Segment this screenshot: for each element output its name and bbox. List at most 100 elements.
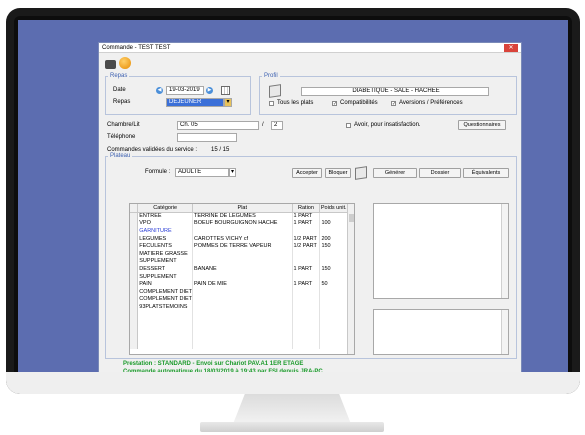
formule-label: Formule : <box>145 169 171 175</box>
cell-plat <box>192 333 293 342</box>
table-row[interactable] <box>130 341 348 349</box>
grid-body: ENTREE TERRINE DE LEGUMES 1 PART VPO BOEUF B… <box>130 212 348 349</box>
row-selector[interactable] <box>130 325 139 334</box>
tous-les-plats-checkbox[interactable] <box>269 101 274 106</box>
row-selector[interactable] <box>130 272 139 281</box>
row-selector[interactable] <box>130 234 139 243</box>
cell-plat: BOEUF BOURGUIGNON HACHE <box>192 219 293 228</box>
table-row[interactable]: COMPLEMENT DIET <box>130 295 348 304</box>
date-field[interactable]: 19-03-2019 <box>166 86 204 95</box>
telephone-field[interactable] <box>177 133 237 142</box>
row-selector[interactable] <box>130 280 139 288</box>
details-panel-top[interactable] <box>373 203 509 299</box>
table-row[interactable]: LEGUMES CAROTTES VICHY cf 1/2 PART 200 <box>130 234 348 243</box>
details-panel-bottom[interactable] <box>373 309 509 355</box>
equivalents-button[interactable]: Équivalents <box>463 168 509 178</box>
cell-categorie <box>137 318 194 326</box>
generer-button[interactable]: Générer <box>373 168 417 178</box>
cell-plat: BANANE <box>192 265 293 273</box>
column-header-ration[interactable]: Ration <box>292 204 321 213</box>
table-row[interactable]: SUPPLEMENT <box>130 272 348 281</box>
table-row[interactable] <box>130 310 348 319</box>
commande-window: Commande - TEST TEST ✕ Repas Date ◀ 19-0… <box>98 42 522 378</box>
details-top-scrollbar[interactable] <box>501 204 508 298</box>
cell-ration <box>292 303 321 311</box>
printer-icon[interactable] <box>105 60 116 69</box>
column-header-poids[interactable]: Poids unit. <box>319 204 348 213</box>
monitor-chin <box>6 372 580 394</box>
calendar-icon[interactable] <box>221 86 230 95</box>
cell-categorie <box>137 325 194 334</box>
grid-scroll-thumb[interactable] <box>349 214 354 222</box>
row-selector-header <box>130 204 139 213</box>
grid-scrollbar[interactable] <box>347 204 354 354</box>
cell-plat <box>192 303 293 311</box>
cell-categorie: PAIN <box>137 280 194 288</box>
bloquer-button[interactable]: Bloquer <box>325 168 351 178</box>
row-selector[interactable] <box>130 219 139 228</box>
next-day-icon[interactable]: ▶ <box>206 87 213 94</box>
cell-ration: 1 PART <box>292 265 321 273</box>
title-bar: Commande - TEST TEST ✕ <box>99 43 521 53</box>
cell-ration: 1/2 PART <box>292 234 321 243</box>
orange-icon[interactable] <box>119 57 131 69</box>
cell-poids <box>319 318 348 326</box>
row-selector[interactable] <box>130 318 139 326</box>
lit-field[interactable]: 2 <box>271 121 283 130</box>
details-bottom-scrollbar[interactable] <box>501 310 508 354</box>
table-row[interactable]: PAIN PAIN DE MIE 1 PART 50 <box>130 280 348 288</box>
row-selector[interactable] <box>130 333 139 342</box>
row-selector[interactable] <box>130 310 139 319</box>
accepter-button[interactable]: Accepter <box>292 168 322 178</box>
row-selector[interactable] <box>130 265 139 273</box>
row-selector[interactable] <box>130 341 139 349</box>
column-header-plat[interactable]: Plat <box>192 204 293 213</box>
table-row[interactable] <box>130 318 348 326</box>
table-row[interactable]: VPO BOEUF BOURGUIGNON HACHE 1 PART 100 <box>130 219 348 228</box>
cell-plat <box>192 310 293 319</box>
row-selector[interactable] <box>130 242 139 250</box>
close-button[interactable]: ✕ <box>504 44 518 52</box>
row-selector[interactable] <box>130 303 139 311</box>
table-row[interactable]: COMPLEMENT DIET <box>130 287 348 296</box>
compatibilites-checkbox[interactable]: ✓ <box>332 101 337 107</box>
previous-day-icon[interactable]: ◀ <box>156 87 163 94</box>
tous-les-plats-label: Tous les plats <box>277 100 314 106</box>
table-row[interactable] <box>130 333 348 342</box>
table-row[interactable]: SUPPLEMENT <box>130 257 348 266</box>
cell-categorie: DESSERT <box>137 265 194 273</box>
chambre-field[interactable]: Ch. 05 <box>177 121 259 130</box>
monitor-frame: Commande - TEST TEST ✕ Repas Date ◀ 19-0… <box>6 8 580 394</box>
row-selector[interactable] <box>130 249 139 258</box>
repas-dropdown-icon[interactable]: ▾ <box>224 98 232 107</box>
table-row[interactable]: 93PLATSTEMOINS <box>130 303 348 311</box>
cell-poids <box>319 287 348 296</box>
table-row[interactable]: DESSERT BANANE 1 PART 150 <box>130 265 348 273</box>
questionnaires-button[interactable]: Questionnaires <box>458 120 506 130</box>
row-selector[interactable] <box>130 212 139 220</box>
row-selector[interactable] <box>130 257 139 266</box>
table-row[interactable]: GARNITURE <box>130 227 348 235</box>
table-row[interactable]: MATIERE GRASSE <box>130 249 348 258</box>
formule-select[interactable]: ADULTE <box>175 168 229 177</box>
formule-dropdown-icon[interactable]: ▾ <box>229 168 236 177</box>
cell-ration <box>292 249 321 258</box>
desktop-background: Commande - TEST TEST ✕ Repas Date ◀ 19-0… <box>18 20 568 382</box>
cell-categorie: COMPLEMENT DIET <box>137 295 194 304</box>
table-row[interactable] <box>130 325 348 334</box>
column-header-categorie[interactable]: Catégorie <box>137 204 194 213</box>
plateau-sheet-icon[interactable] <box>355 166 367 180</box>
plateau-grid[interactable]: Catégorie Plat Ration Poids unit. ENTREE… <box>129 203 355 355</box>
row-selector[interactable] <box>130 287 139 296</box>
cell-poids: 150 <box>319 242 348 250</box>
table-row[interactable]: ENTREE TERRINE DE LEGUMES 1 PART <box>130 212 348 220</box>
table-row[interactable]: FECULENTS POMMES DE TERRE VAPEUR 1/2 PART 1… <box>130 242 348 250</box>
cell-poids <box>319 212 348 220</box>
repas-select[interactable]: DEJEUNER <box>166 98 224 107</box>
avoir-checkbox[interactable] <box>346 123 351 128</box>
row-selector[interactable] <box>130 227 139 235</box>
dossier-button[interactable]: Dossier <box>419 168 461 178</box>
row-selector[interactable] <box>130 295 139 304</box>
aversions-checkbox[interactable]: ✓ <box>391 101 396 107</box>
cell-ration: 1 PART <box>292 219 321 228</box>
